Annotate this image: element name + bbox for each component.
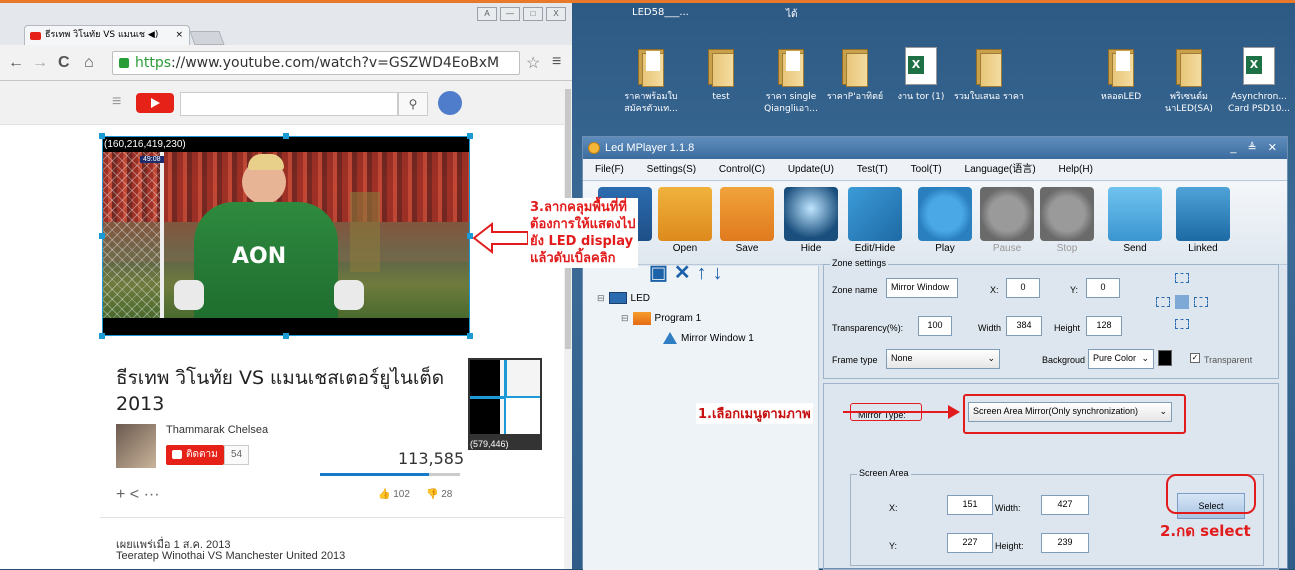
step3-arrow-icon <box>472 221 529 255</box>
step2-annotation: 2.กด select <box>1160 522 1251 540</box>
annotation-arrows <box>472 221 960 419</box>
step1-annotation: 1.เลือกเมนูตามภาพ <box>696 403 813 424</box>
step3-annotation: 3.ลากคลุมพื้นที่ที่ ต้องการให้แสดงไป ยัง… <box>528 198 638 268</box>
